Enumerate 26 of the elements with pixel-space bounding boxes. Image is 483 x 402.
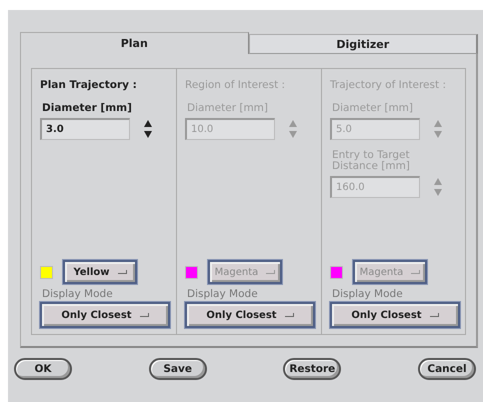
spinner-arrows-icon[interactable] [144,120,152,138]
dialog-button[interactable]: Cancel [418,358,476,380]
field-label: Display Mode [187,288,259,300]
field-label: Diameter [mm] [332,103,414,114]
color-dropdown[interactable]: Yellow [63,260,137,284]
dialog-button[interactable]: Restore [283,358,342,380]
dropdown-indicator-icon [430,313,439,317]
dropdown-indicator-icon [266,270,276,274]
tab[interactable]: Plan [20,32,248,54]
dropdown-indicator-icon [284,313,294,317]
section-title: Trajectory of Interest : [330,79,447,91]
section-title: Plan Trajectory : [40,79,138,91]
field-label: Display Mode [42,288,114,300]
dialog-button[interactable]: OK [14,358,72,380]
field-label: Display Mode [332,288,404,300]
dropdown-indicator-icon [118,270,127,274]
field-label: Diameter [mm] [42,103,133,114]
number-field[interactable]: 3.0 [40,118,130,140]
dropdown-indicator-icon [140,313,149,317]
dropdown-indicator-icon [411,270,420,274]
tab[interactable]: Digitizer [248,34,478,54]
field-label: Diameter [mm] [187,103,270,114]
field-label: Entry to Target Distance [mm] [332,150,411,172]
dialog-button[interactable]: Save [148,358,207,380]
section-title: Region of Interest : [185,79,286,91]
display-mode-dropdown[interactable]: Only Closest [40,302,170,328]
